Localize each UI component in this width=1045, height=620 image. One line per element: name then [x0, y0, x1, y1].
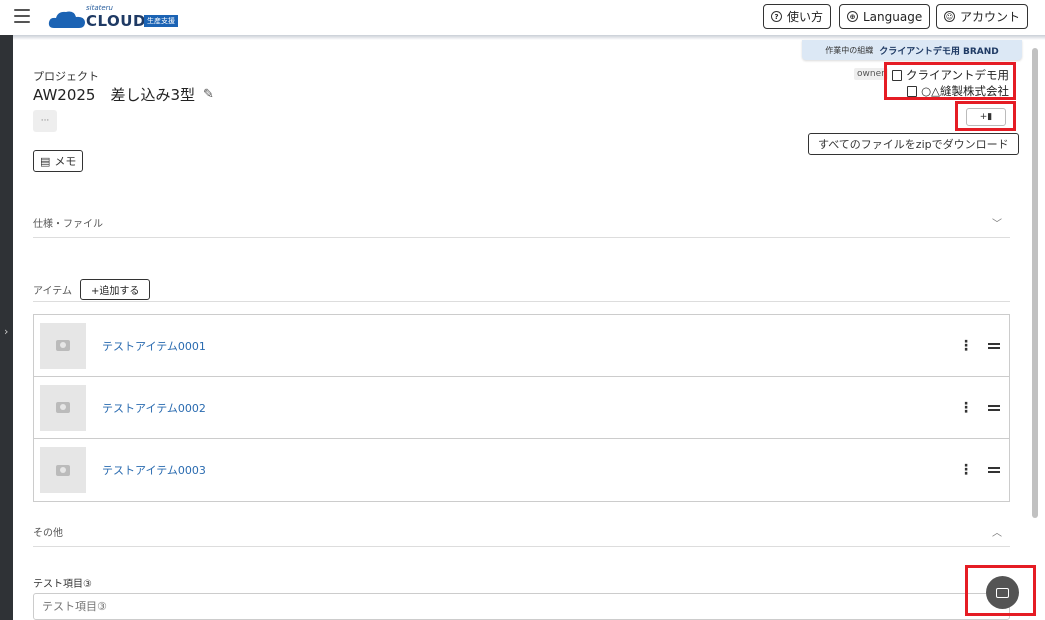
camera-icon	[56, 402, 70, 413]
owner-tag: owner	[854, 68, 888, 80]
globe-icon: ⊕	[847, 11, 858, 22]
help-label: 使い方	[787, 10, 824, 24]
item-thumbnail	[40, 447, 86, 493]
download-zip-button[interactable]: すべてのファイルをzipでダウンロード	[808, 133, 1019, 155]
account-label: アカウント	[960, 10, 1021, 24]
language-button[interactable]: ⊕ Language	[839, 4, 931, 29]
project-title: AW2025 差し込み3型	[33, 86, 195, 104]
kebab-menu-icon[interactable]: ⋮	[959, 462, 973, 478]
item-name-link[interactable]: テストアイテム0002	[102, 400, 206, 416]
memo-label: メモ	[54, 155, 77, 168]
main-content: プロジェクト AW2025 差し込み3型 ✎ ··· ▤ メモ owner クラ…	[13, 40, 1030, 620]
id-badge-icon	[891, 69, 902, 81]
item-thumbnail	[40, 322, 86, 369]
list-item[interactable]: テストアイテム0003 ⋮	[34, 439, 1009, 501]
org-name: クライアントデモ用	[905, 68, 1009, 82]
account-button[interactable]: ☺ アカウント	[936, 4, 1029, 29]
items-section-header: アイテム +追加する	[33, 277, 1010, 302]
chevron-up-icon[interactable]: ︿	[992, 524, 1002, 539]
drag-handle-icon[interactable]	[988, 342, 1000, 349]
camera-icon	[56, 340, 70, 351]
left-sidebar-collapsed[interactable]: ›	[0, 35, 13, 620]
drag-handle-icon[interactable]	[988, 404, 1000, 411]
project-label: プロジェクト	[33, 70, 99, 83]
hamburger-menu-icon[interactable]	[14, 9, 30, 23]
logo[interactable]: sitateru CLOUD 生産支援	[48, 4, 178, 30]
scrollbar-thumb[interactable]	[1032, 48, 1038, 518]
list-item[interactable]: テストアイテム0001 ⋮	[34, 315, 1009, 377]
test-field-input[interactable]	[33, 593, 1010, 620]
other-title: その他	[33, 528, 63, 539]
spec-files-title: 仕様・ファイル	[33, 219, 103, 230]
chevron-down-icon[interactable]: ﹀	[992, 215, 1002, 230]
spec-files-section-header[interactable]: 仕様・ファイル ﹀	[33, 208, 1010, 238]
org-item: クライアントデモ用	[891, 67, 1009, 83]
orgs-highlight-box: クライアントデモ用 ○△縫製株式会社	[884, 62, 1016, 100]
item-list: テストアイテム0001 ⋮ テストアイテム0002 ⋮ テストアイテム0003 …	[33, 314, 1010, 502]
org-item: ○△縫製株式会社	[907, 83, 1009, 99]
test-field-label: テスト項目③	[33, 579, 92, 590]
cloud-logo-icon	[48, 11, 85, 28]
chat-bubble-icon	[996, 587, 1009, 598]
memo-button[interactable]: ▤ メモ	[33, 150, 84, 172]
item-name-link[interactable]: テストアイテム0001	[102, 338, 206, 354]
chevron-right-icon[interactable]: ›	[4, 325, 8, 338]
logo-text: CLOUD	[86, 12, 146, 30]
language-label: Language	[863, 9, 923, 24]
help-button[interactable]: ? 使い方	[763, 4, 832, 29]
items-title: アイテム	[33, 285, 72, 297]
logo-badge: 生産支援	[144, 15, 178, 27]
question-circle-icon: ?	[771, 11, 782, 22]
kebab-menu-icon[interactable]: ⋮	[959, 338, 973, 354]
top-bar: sitateru CLOUD 生産支援 ? 使い方 ⊕ Language ☺ ア…	[0, 0, 1045, 35]
org-name: ○△縫製株式会社	[921, 84, 1009, 98]
item-name-link[interactable]: テストアイテム0003	[102, 462, 206, 478]
chat-highlight-box	[965, 565, 1036, 616]
pencil-icon[interactable]: ✎	[203, 87, 214, 102]
kebab-menu-icon[interactable]: ⋮	[959, 400, 973, 416]
logo-subtext: sitateru	[86, 4, 113, 12]
project-title-row: AW2025 差し込み3型 ✎	[33, 84, 214, 105]
list-item[interactable]: テストアイテム0002 ⋮	[34, 377, 1009, 439]
drag-handle-icon[interactable]	[988, 467, 1000, 473]
more-options-button[interactable]: ···	[33, 110, 57, 132]
other-section-header[interactable]: その他 ︿	[33, 517, 1010, 547]
user-circle-icon: ☺	[944, 11, 955, 22]
add-org-button[interactable]: +▮	[966, 108, 1006, 126]
id-badge-icon	[907, 85, 918, 97]
chat-button[interactable]	[986, 576, 1019, 609]
item-thumbnail	[40, 384, 86, 431]
add-item-button[interactable]: +追加する	[80, 278, 151, 300]
scrollbar[interactable]	[1030, 40, 1040, 620]
add-org-highlight-box: +▮	[955, 101, 1016, 131]
camera-icon	[56, 464, 70, 476]
document-icon: ▤	[40, 154, 51, 168]
